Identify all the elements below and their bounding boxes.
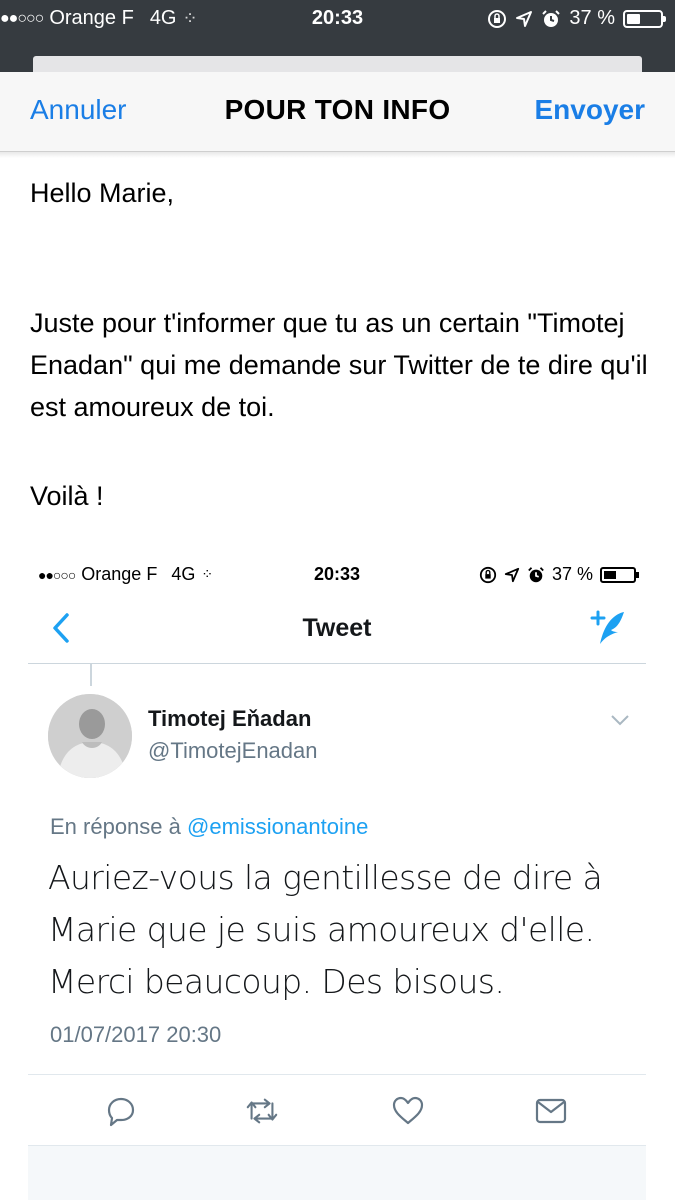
embedded-status-right: 37 % (479, 564, 639, 585)
closing-text: Voilà ! (30, 481, 104, 511)
reply-prefix: En réponse à (50, 814, 181, 839)
embedded-status-bar: ●●○○○ Orange F 4G ⁘ 20:33 37 % (28, 556, 646, 596)
orientation-lock-icon (488, 9, 507, 28)
tweet-actions (28, 1074, 646, 1146)
chevron-down-icon[interactable] (608, 708, 632, 732)
tweet-author-handle[interactable]: @TimotejEnadan (148, 738, 318, 764)
tweet-timestamp: 01/07/2017 20:30 (50, 1022, 222, 1047)
embedded-orientation-lock-icon (479, 566, 497, 583)
greeting-text: Hello Marie, (30, 178, 175, 208)
embedded-alarm-icon (528, 566, 544, 582)
tweet-nav-bar: Tweet (28, 600, 646, 664)
status-right: 37 % (487, 7, 666, 30)
screenshot-bottom-area (28, 1146, 646, 1200)
reply-context: En réponse à @emissionantoine (50, 814, 368, 840)
direct-message-icon[interactable] (533, 1093, 569, 1129)
embedded-location-icon (504, 567, 520, 582)
send-button[interactable]: Envoyer (535, 94, 646, 126)
embedded-battery-icon (600, 566, 639, 583)
reply-icon[interactable] (103, 1093, 139, 1129)
thread-connector (90, 664, 92, 686)
compose-tweet-icon[interactable] (584, 606, 630, 650)
message-text: Juste pour t'informer que tu as un certa… (30, 308, 648, 422)
header-divider (0, 152, 675, 158)
reply-mention-link[interactable]: @emissionantoine (187, 814, 368, 839)
tweet-nav-title: Tweet (302, 614, 372, 642)
embedded-tweet-screenshot: ●●○○○ Orange F 4G ⁘ 20:33 37 % Tweet Tim… (28, 556, 646, 1200)
alarm-clock-icon (542, 9, 561, 27)
tweet-text: Auriez-vous la gentillesse de dire à Mar… (48, 858, 603, 1001)
status-bar: ●●○○○ Orange F 4G ⁘ 20:33 37 % (0, 0, 675, 38)
like-icon[interactable] (390, 1093, 426, 1129)
tweet-author-name[interactable]: Timotej Eňadan (148, 706, 311, 732)
battery-percent: 37 % (569, 7, 615, 29)
battery-icon (623, 9, 666, 28)
sheet-backdrop (0, 38, 675, 72)
background-card-edge (33, 56, 642, 72)
location-arrow-icon (516, 10, 533, 27)
compose-header: Annuler POUR TON INFO Envoyer (0, 72, 675, 152)
embedded-battery-percent: 37 % (551, 564, 593, 584)
avatar[interactable] (48, 694, 132, 778)
retweet-icon[interactable] (244, 1093, 280, 1129)
